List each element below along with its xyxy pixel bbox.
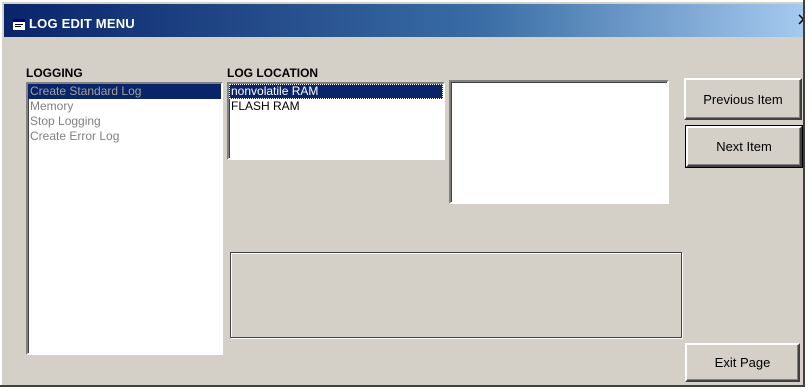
next-item-button[interactable]: Next Item <box>685 125 803 168</box>
logging-item-create-standard-log[interactable]: Create Standard Log <box>28 84 221 99</box>
outer-margin-right <box>805 0 812 392</box>
logging-item-memory[interactable]: Memory <box>28 99 221 114</box>
window-title: LOG EDIT MENU <box>29 16 135 31</box>
log-edit-window: LOG EDIT MENU × LOGGING Create Standard … <box>0 0 812 392</box>
message-panel <box>230 252 682 338</box>
previous-item-button[interactable]: Previous Item <box>684 78 802 120</box>
logging-label: LOGGING <box>26 66 83 80</box>
log-location-item-nonvolatile-ram[interactable]: nonvolatile RAM <box>229 84 443 99</box>
logging-item-create-error-log[interactable]: Create Error Log <box>28 129 221 144</box>
window-app-icon <box>13 19 25 30</box>
title-bar: LOG EDIT MENU <box>4 4 805 37</box>
log-location-label: LOG LOCATION <box>227 66 319 80</box>
logging-item-stop-logging[interactable]: Stop Logging <box>28 114 221 129</box>
detail-box <box>449 80 669 204</box>
exit-page-button[interactable]: Exit Page <box>685 343 800 382</box>
log-location-listbox[interactable]: nonvolatile RAM FLASH RAM <box>227 82 445 160</box>
outer-margin-bottom <box>0 387 812 392</box>
log-location-item-flash-ram[interactable]: FLASH RAM <box>229 99 443 114</box>
logging-listbox[interactable]: Create Standard Log Memory Stop Logging … <box>26 82 223 355</box>
